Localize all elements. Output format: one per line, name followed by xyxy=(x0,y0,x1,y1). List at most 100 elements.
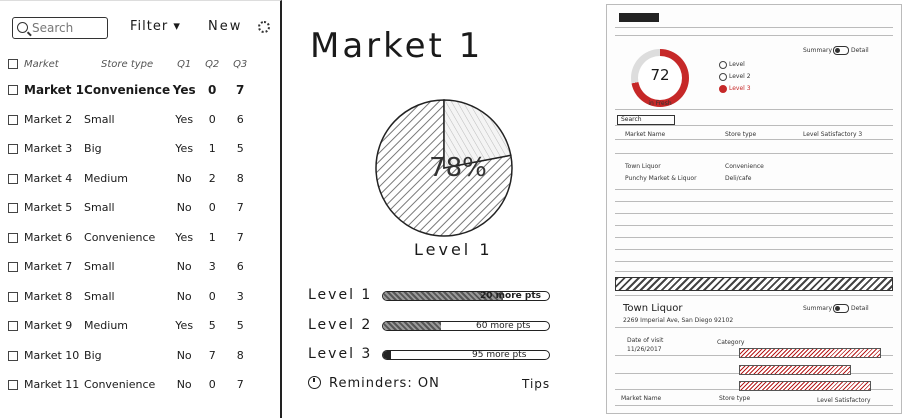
wire-col-level[interactable]: Level Satisfactory 3 xyxy=(803,131,862,138)
row-checkbox[interactable] xyxy=(8,380,18,391)
table-row[interactable]: Market 10 Big No 7 8 xyxy=(6,341,254,371)
wire-rule-line xyxy=(615,271,893,272)
col-market-header[interactable]: Market xyxy=(6,53,84,75)
row-checkbox[interactable] xyxy=(8,203,18,214)
row-checkbox[interactable] xyxy=(8,114,18,125)
table-row[interactable]: Market 8 Small No 0 3 xyxy=(6,282,254,312)
table-row[interactable]: Market 11 Convenience No 0 7 xyxy=(6,370,254,400)
wire-row-2-type: Deli/cafe xyxy=(725,175,752,182)
table-row[interactable]: Market 9 Medium Yes 5 5 xyxy=(6,311,254,341)
market-name[interactable]: Market 7 xyxy=(24,260,72,273)
q2-cell: 0 xyxy=(208,112,216,126)
wire-foot-level[interactable]: Level Satisfactory xyxy=(817,397,871,404)
row-checkbox[interactable] xyxy=(8,291,18,302)
level-3-progress-fill xyxy=(383,351,392,359)
wire-foot-store[interactable]: Store type xyxy=(719,395,750,402)
wire-card-address: 2269 Imperial Ave, San Diego 92102 xyxy=(623,317,734,324)
search-placeholder: Search xyxy=(32,21,74,35)
market-name[interactable]: Market 2 xyxy=(24,113,72,126)
gauge-center: 72 in Fresh xyxy=(638,56,682,107)
row-checkbox[interactable] xyxy=(8,85,18,96)
row-checkbox[interactable] xyxy=(8,232,18,243)
q3-cell: 7 xyxy=(236,201,244,215)
wire-row-1-type: Convenience xyxy=(725,163,764,170)
col-q3-header[interactable]: Q3 xyxy=(226,53,254,75)
col-q2-header[interactable]: Q2 xyxy=(198,53,226,75)
table-row[interactable]: Market 6 Convenience Yes 1 7 xyxy=(6,223,254,253)
table-header-row: Market Store type Q1 Q2 Q3 xyxy=(6,53,254,75)
search-icon xyxy=(17,22,28,33)
store-type-cell: Small xyxy=(84,289,115,303)
market-name[interactable]: Market 5 xyxy=(24,201,72,214)
wire-card-detail-tab[interactable]: Detail xyxy=(851,305,869,312)
row-checkbox[interactable] xyxy=(8,350,18,361)
table-row[interactable]: Market 3 Big Yes 1 5 xyxy=(6,134,254,164)
row-checkbox[interactable] xyxy=(8,144,18,155)
store-type-cell: Small xyxy=(84,260,115,274)
q1-cell: No xyxy=(176,171,192,185)
wire-row-2-name[interactable]: Punchy Market & Liquor xyxy=(625,175,697,182)
detail-tab[interactable]: Detail xyxy=(851,47,869,54)
market-name[interactable]: Market 11 xyxy=(24,378,79,391)
new-button[interactable]: New xyxy=(208,19,242,34)
col-store-type-header[interactable]: Store type xyxy=(84,53,170,75)
gauge-subtext: in Fresh xyxy=(648,100,672,107)
q2-cell: 0 xyxy=(208,378,216,392)
row-checkbox[interactable] xyxy=(8,173,18,184)
wire-col-market[interactable]: Market Name xyxy=(625,131,665,138)
wire-red-bar xyxy=(739,381,871,391)
q3-cell: 7 xyxy=(236,378,244,392)
wire-rule-line xyxy=(615,261,893,262)
gear-icon[interactable] xyxy=(258,21,270,33)
legend-dot-icon xyxy=(719,61,727,69)
level-3-label: Level 3 xyxy=(308,346,373,362)
filter-button[interactable]: Filter ▾ xyxy=(130,19,181,34)
table-row[interactable]: Market 7 Small No 3 6 xyxy=(6,252,254,282)
market-name[interactable]: Market 4 xyxy=(24,172,72,185)
wire-card-toggle[interactable] xyxy=(833,304,849,313)
summary-tab[interactable]: Summary xyxy=(803,47,832,54)
q1-cell: No xyxy=(176,201,192,215)
store-type-cell: Small xyxy=(84,112,115,126)
q1-cell: Yes xyxy=(175,112,194,126)
gauge-value: 72 xyxy=(650,66,670,84)
q3-cell: 8 xyxy=(236,348,244,362)
wire-col-store[interactable]: Store type xyxy=(725,131,756,138)
select-all-checkbox[interactable] xyxy=(8,58,18,69)
table-row[interactable]: Market 4 Medium No 2 8 xyxy=(6,164,254,194)
wire-visit-label: Date of visit xyxy=(627,337,664,344)
view-toggle[interactable] xyxy=(833,46,849,55)
table-row[interactable]: Market 1 Convenience Yes 0 7 xyxy=(6,75,254,105)
market-name[interactable]: Market 9 xyxy=(24,319,72,332)
wire-rule-line xyxy=(615,237,893,238)
market-list-panel: Search Filter ▾ New Market Store type Q1… xyxy=(0,0,282,418)
q3-cell: 6 xyxy=(236,260,244,274)
wire-row-1-name[interactable]: Town Liquor xyxy=(625,163,661,170)
q1-cell: Yes xyxy=(175,230,194,244)
satisfaction-gauge: 72 in Fresh xyxy=(631,49,689,107)
q2-cell: 0 xyxy=(208,289,216,303)
wire-search-input[interactable]: Search xyxy=(617,115,675,125)
table-row[interactable]: Market 5 Small No 0 7 xyxy=(6,193,254,223)
table-row[interactable]: Market 2 Small Yes 0 6 xyxy=(6,105,254,135)
wire-rule-line xyxy=(615,189,893,190)
q2-cell: 0 xyxy=(208,82,217,97)
q1-cell: Yes xyxy=(175,319,194,333)
market-name[interactable]: Market 6 xyxy=(24,231,72,244)
tips-link[interactable]: Tips xyxy=(522,377,550,391)
row-checkbox[interactable] xyxy=(8,321,18,332)
search-input[interactable]: Search xyxy=(12,17,108,39)
market-name[interactable]: Market 3 xyxy=(24,142,72,155)
market-name[interactable]: Market 1 xyxy=(24,83,84,97)
market-detail-panel: Market 1 78% Level 1 Level 1 20 more pts… xyxy=(284,0,602,418)
wire-card-summary-tab[interactable]: Summary xyxy=(803,305,832,312)
reminders-toggle[interactable]: Reminders: ON xyxy=(308,376,440,391)
reminders-label: Reminders: ON xyxy=(329,376,440,391)
level-3-remaining-text: 95 more pts xyxy=(472,350,527,360)
market-name[interactable]: Market 10 xyxy=(24,349,79,362)
wire-foot-market[interactable]: Market Name xyxy=(621,395,661,402)
market-name[interactable]: Market 8 xyxy=(24,290,72,303)
row-checkbox[interactable] xyxy=(8,262,18,273)
col-q1-header[interactable]: Q1 xyxy=(170,53,198,75)
q1-cell: No xyxy=(176,348,192,362)
